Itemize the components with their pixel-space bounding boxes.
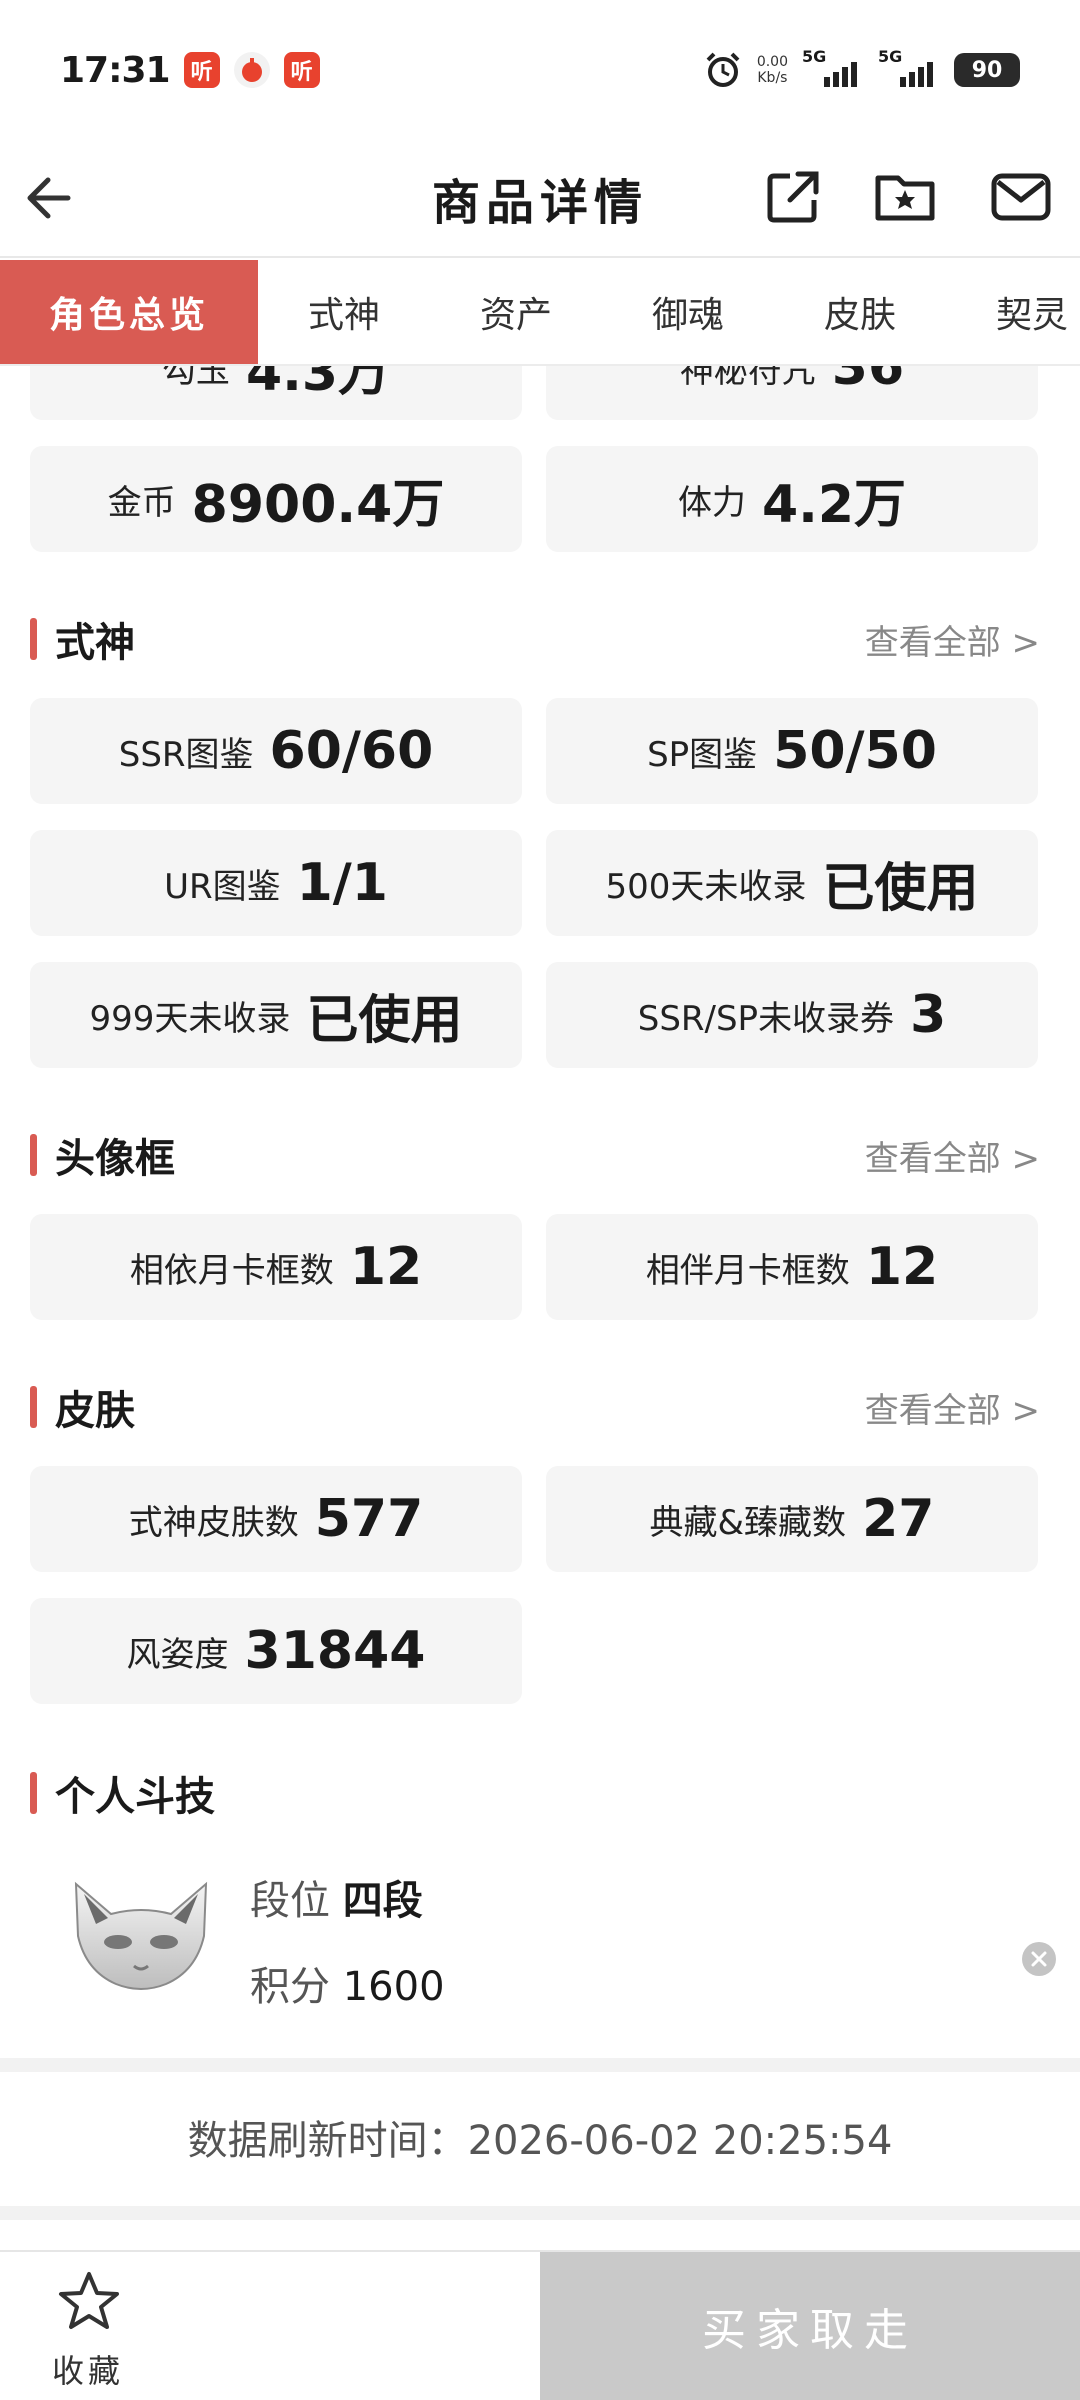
stat-value: 12 xyxy=(865,1237,939,1297)
stat-card-gold: 金币 8900.4万 xyxy=(30,446,522,552)
stat-card-stamina: 体力 4.2万 xyxy=(546,446,1038,552)
status-bar: 17:31 听 听 0.00 Kb/s 5G 5G 90 xyxy=(0,0,1080,140)
battery-icon: 90 xyxy=(954,53,1020,87)
stat-label: 相依月卡框数 xyxy=(129,1250,334,1291)
section-header-shishen: 式神 查看全部 > xyxy=(30,614,1050,666)
score-value: 1600 xyxy=(342,1964,445,2010)
tab-skins[interactable]: 皮肤 xyxy=(774,286,946,338)
score-row: 积分 1600 xyxy=(250,1954,445,2012)
close-icon[interactable] xyxy=(1022,1942,1056,1976)
stat-value: 12 xyxy=(349,1237,423,1297)
stat-card-999-days: 999天未收录 已使用 xyxy=(30,962,522,1068)
stat-card-collector-skins: 典藏&臻藏数 27 xyxy=(546,1466,1038,1572)
stat-card-xiangyi-frames: 相依月卡框数 12 xyxy=(30,1214,522,1320)
signal-icon: 5G xyxy=(802,47,864,87)
stat-label: 金币 xyxy=(107,482,176,523)
app-notification-icon: 听 xyxy=(283,52,320,88)
stat-value: 27 xyxy=(862,1489,935,1549)
view-all-link[interactable]: 查看全部 > xyxy=(865,1383,1040,1432)
category-tabs: 角色总览 式神 资产 御魂 皮肤 契灵 xyxy=(0,260,1080,366)
alarm-icon xyxy=(706,52,740,87)
divider xyxy=(0,2058,1080,2072)
section-title: 式神 xyxy=(55,620,135,666)
rank-value: 四段 xyxy=(342,1878,423,1924)
battle-info: 段位 四段 积分 1600 xyxy=(0,1818,1080,2058)
stat-label: SP图鉴 xyxy=(647,734,758,775)
status-time: 17:31 xyxy=(60,49,171,91)
message-icon[interactable] xyxy=(988,164,1054,230)
section-title: 个人斗技 xyxy=(55,1774,215,1820)
stat-value: 已使用 xyxy=(306,990,463,1051)
section-accent-bar xyxy=(30,1386,37,1428)
section-accent-bar xyxy=(30,1134,37,1176)
stat-label: SSR/SP未收录券 xyxy=(637,998,895,1039)
stat-card-elegance: 风姿度 31844 xyxy=(30,1598,522,1704)
stat-label: 风姿度 xyxy=(126,1634,229,1675)
tab-overview[interactable]: 角色总览 xyxy=(0,260,258,364)
stat-label: 典藏&臻藏数 xyxy=(649,1502,847,1543)
section-accent-bar xyxy=(30,618,37,660)
tab-shishen[interactable]: 式神 xyxy=(258,286,430,338)
stat-card-ur-collection: UR图鉴 1/1 xyxy=(30,830,522,936)
stat-card-sp-collection: SP图鉴 50/50 xyxy=(546,698,1038,804)
stat-label: 体力 xyxy=(677,482,746,523)
stat-card-500-days: 500天未收录 已使用 xyxy=(546,830,1038,936)
stat-card-xiangban-frames: 相伴月卡框数 12 xyxy=(546,1214,1038,1320)
section-title: 皮肤 xyxy=(55,1388,135,1434)
favorite-folder-icon[interactable] xyxy=(872,164,938,230)
section-accent-bar xyxy=(30,1772,37,1814)
star-icon xyxy=(59,2272,119,2329)
header: 商品详情 xyxy=(0,140,1080,258)
divider xyxy=(0,2206,1080,2220)
favorite-label: 收藏 xyxy=(52,2352,125,2390)
refresh-time: 数据刷新时间：2026-06-02 20:25:54 xyxy=(187,2118,893,2164)
stat-value: 8900.4万 xyxy=(191,474,445,535)
stat-label: 500天未收录 xyxy=(605,866,807,907)
stat-value: 31844 xyxy=(244,1621,426,1681)
network-speed-unit: Kb/s xyxy=(757,70,788,86)
stat-label: SSR图鉴 xyxy=(118,734,254,775)
stat-value: 已使用 xyxy=(822,858,979,919)
stat-value: 50/50 xyxy=(773,721,937,781)
view-all-link[interactable]: 查看全部 > xyxy=(865,1131,1040,1180)
stat-card-ssr-collection: SSR图鉴 60/60 xyxy=(30,698,522,804)
stat-label: 式神皮肤数 xyxy=(128,1502,299,1543)
rank-row: 段位 四段 xyxy=(250,1868,423,1926)
tab-yuhun[interactable]: 御魂 xyxy=(602,286,774,338)
rank-label: 段位 xyxy=(250,1878,330,1924)
fox-mask-icon xyxy=(74,1881,208,1990)
stat-label: 相伴月卡框数 xyxy=(645,1250,850,1291)
section-header-skins: 皮肤 查看全部 > xyxy=(30,1382,1050,1434)
app-notification-icon: 听 xyxy=(183,52,220,88)
tab-qiling[interactable]: 契灵 xyxy=(946,286,1080,338)
stat-card-skin-count: 式神皮肤数 577 xyxy=(30,1466,522,1572)
buy-button[interactable]: 买家取走 xyxy=(540,2252,1080,2400)
stat-value: 1/1 xyxy=(296,853,388,913)
section-title: 头像框 xyxy=(55,1136,175,1182)
signal-icon: 5G xyxy=(878,47,940,87)
favorite-button[interactable]: 收藏 xyxy=(0,2252,540,2400)
stat-value: 3 xyxy=(910,985,947,1045)
section-header-battle: 个人斗技 xyxy=(30,1768,1050,1820)
bottom-action-bar: 收藏 买家取走 xyxy=(0,2250,1080,2400)
view-all-link[interactable]: 查看全部 > xyxy=(865,615,1040,664)
stat-value: 60/60 xyxy=(269,721,434,781)
network-speed: 0.00 Kb/s xyxy=(757,54,788,86)
stat-label: UR图鉴 xyxy=(164,866,281,907)
stat-label: 999天未收录 xyxy=(89,998,291,1039)
tab-assets[interactable]: 资产 xyxy=(430,286,602,338)
stat-value: 577 xyxy=(314,1489,424,1549)
stat-value: 4.2万 xyxy=(761,474,907,535)
network-speed-value: 0.00 xyxy=(756,54,788,70)
app-notification-icon xyxy=(233,52,270,88)
score-label: 积分 xyxy=(250,1964,330,2010)
share-icon[interactable] xyxy=(760,164,826,230)
stat-card-uncollected-ticket: SSR/SP未收录券 3 xyxy=(546,962,1038,1068)
section-header-avatar-frame: 头像框 查看全部 > xyxy=(30,1130,1050,1182)
